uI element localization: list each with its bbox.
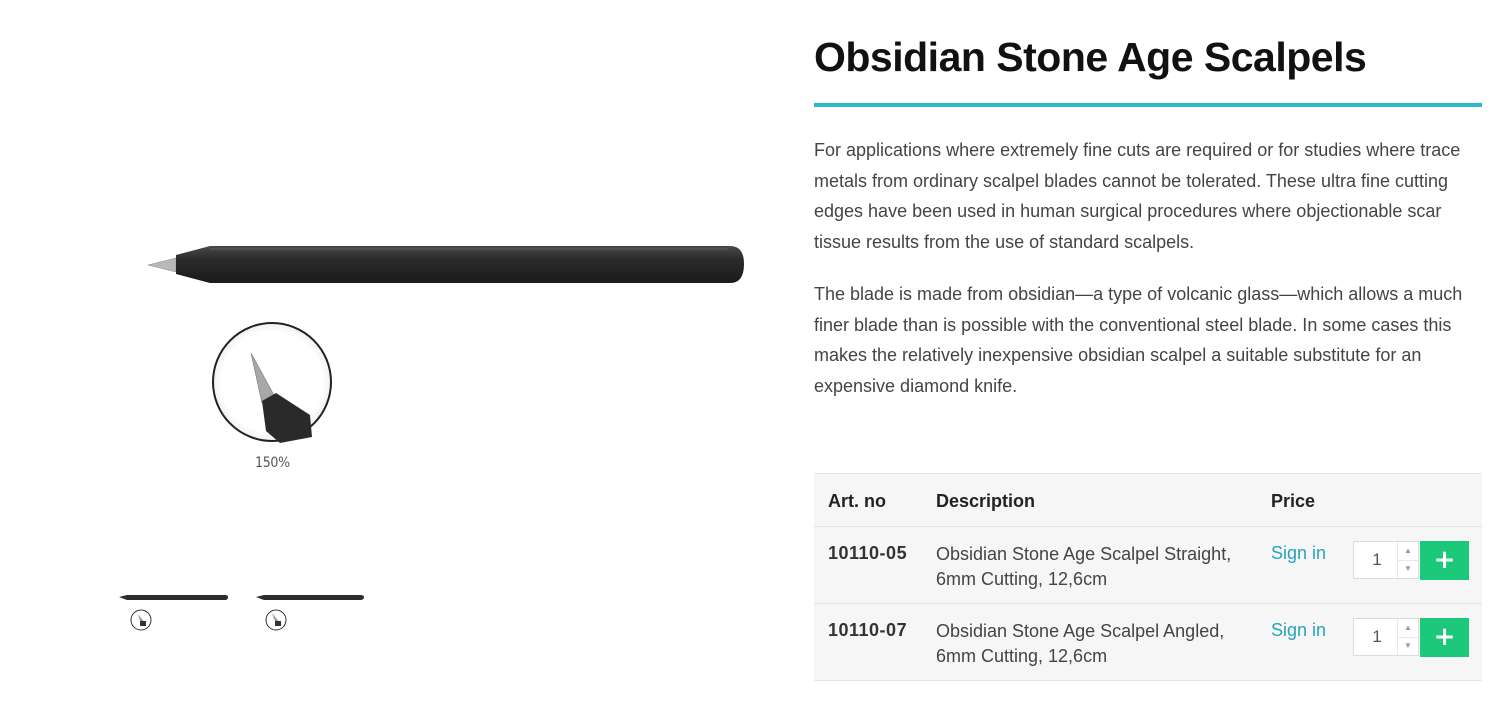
add-to-cart-button[interactable]: +	[1420, 541, 1469, 580]
chevron-up-icon[interactable]: ▲	[1397, 542, 1418, 561]
product-description-2: The blade is made from obsidian—a type o…	[814, 284, 1463, 396]
quantity-input[interactable]	[1354, 619, 1400, 655]
main-product-image[interactable]	[140, 225, 755, 485]
article-number: 10110-05	[828, 543, 908, 563]
chevron-down-icon[interactable]: ▼	[1397, 637, 1418, 655]
zoom-level-label: 150%	[255, 455, 290, 471]
article-description: Obsidian Stone Age Scalpel Straight, 6mm…	[936, 544, 1232, 589]
product-description-1: For applications where extremely fine cu…	[814, 140, 1461, 252]
chevron-up-icon[interactable]: ▲	[1397, 619, 1418, 638]
table-row: 10110-05 Obsidian Stone Age Scalpel Stra…	[814, 527, 1482, 604]
product-gallery: 150%	[0, 0, 780, 718]
sign-in-link[interactable]: Sign in	[1271, 620, 1326, 641]
table-row: 10110-07 Obsidian Stone Age Scalpel Angl…	[814, 604, 1482, 681]
quantity-stepper: ▲ ▼	[1353, 618, 1419, 656]
header-description: Description	[936, 491, 1036, 511]
table-header-row: Art. no Description Price	[814, 474, 1482, 527]
article-description: Obsidian Stone Age Scalpel Angled, 6mm C…	[936, 621, 1225, 666]
product-title: Obsidian Stone Age Scalpels	[814, 34, 1367, 80]
add-to-cart-button[interactable]: +	[1420, 618, 1469, 657]
sign-in-link[interactable]: Sign in	[1271, 543, 1326, 564]
quantity-stepper: ▲ ▼	[1353, 541, 1419, 579]
variants-table: Art. no Description Price 10110-05 Obsid…	[814, 473, 1482, 681]
thumbnail-straight[interactable]	[115, 545, 230, 645]
title-underline	[814, 103, 1482, 107]
header-art-no: Art. no	[828, 491, 886, 511]
article-number: 10110-07	[828, 620, 908, 640]
quantity-input[interactable]	[1354, 542, 1400, 578]
header-price: Price	[1271, 491, 1316, 511]
chevron-down-icon[interactable]: ▼	[1397, 560, 1418, 578]
thumbnail-angled[interactable]	[252, 545, 367, 645]
